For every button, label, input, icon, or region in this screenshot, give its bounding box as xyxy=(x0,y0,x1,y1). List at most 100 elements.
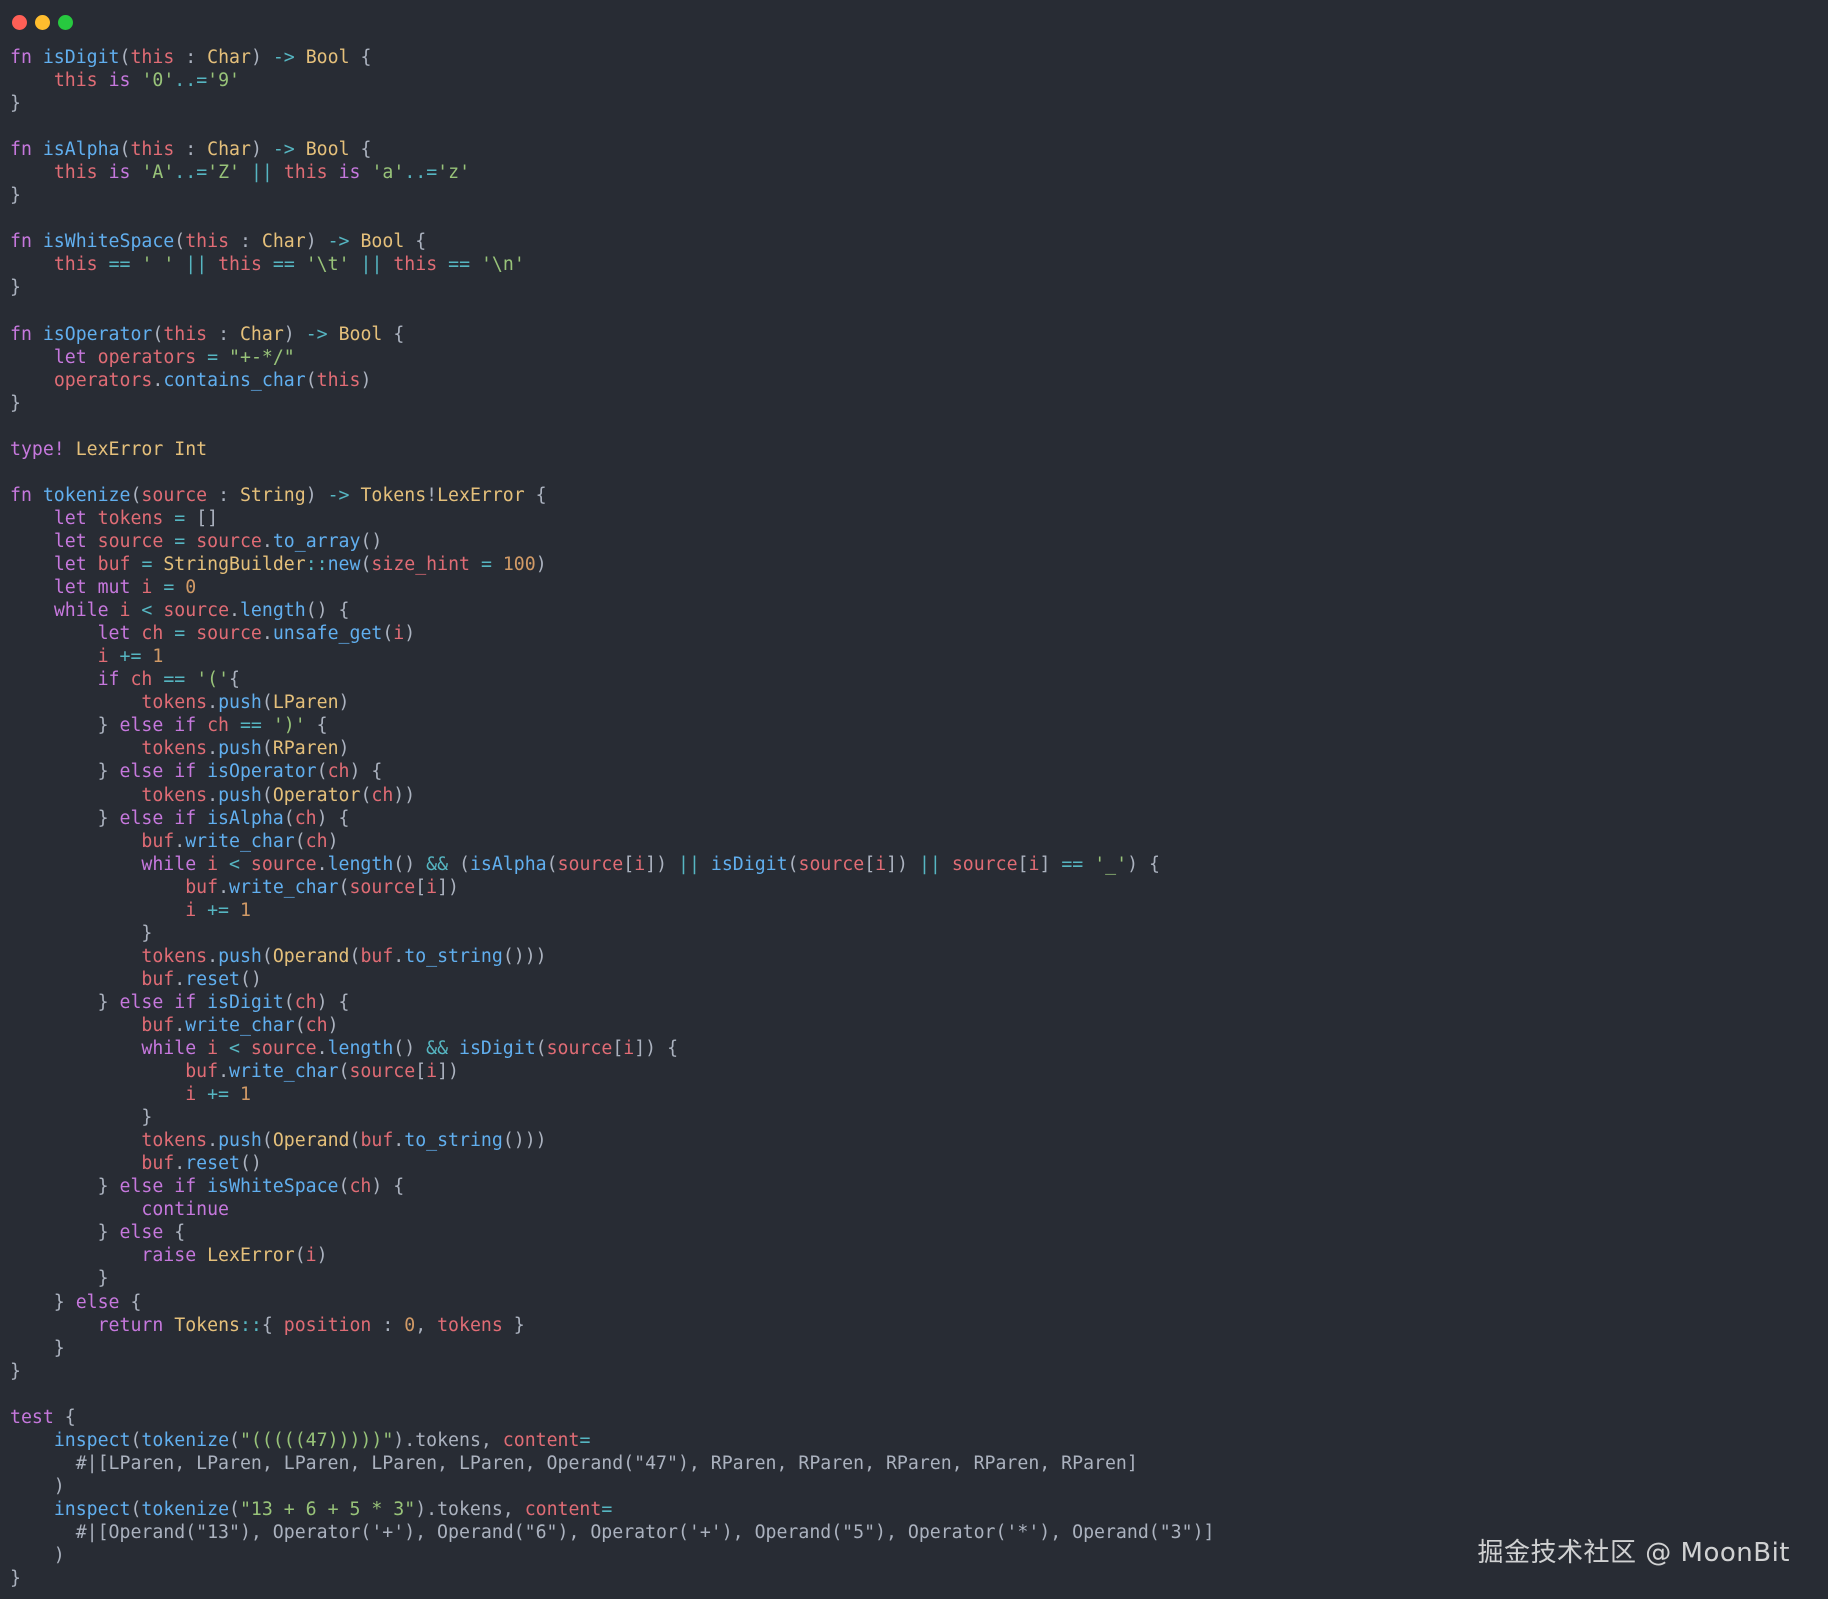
code-token: } xyxy=(10,277,21,299)
code-token: 'a' xyxy=(371,162,405,184)
code-token: } xyxy=(10,392,21,414)
code-token: ( xyxy=(294,830,306,852)
code-token: ch xyxy=(305,1014,328,1036)
code-token: type! xyxy=(10,438,65,460)
code-token: isWhiteSpace xyxy=(207,1176,339,1198)
code-token: [ xyxy=(1017,853,1029,875)
code-token: Char xyxy=(207,47,251,68)
code-token: () xyxy=(239,1153,262,1175)
code-token: = xyxy=(174,530,186,552)
code-token: ())) xyxy=(502,1130,547,1152)
code-token: tokens xyxy=(141,784,208,806)
code-line: #|[LParen, LParen, LParen, LParen, LPare… xyxy=(10,1452,1214,1475)
minimize-window-button[interactable] xyxy=(35,15,50,30)
code-line: let operators = "+-*/" xyxy=(10,346,1214,369)
code-line: while i < source.length() && (isAlpha(so… xyxy=(10,853,1214,876)
code-token: while xyxy=(53,600,109,622)
code-token: isAlpha xyxy=(42,139,120,161)
code-line: } xyxy=(10,1106,1214,1129)
code-token: . xyxy=(174,968,186,990)
code-token: let xyxy=(53,530,87,552)
code-token: ch xyxy=(207,715,230,737)
code-token: } xyxy=(10,185,21,207)
code-token: ( xyxy=(174,231,186,253)
code-token: source xyxy=(250,1038,317,1060)
code-token: inspect xyxy=(53,1498,131,1520)
code-token: == xyxy=(163,669,186,691)
code-token: test xyxy=(10,1406,54,1428)
code-token: , xyxy=(415,1314,438,1336)
code-token: source xyxy=(196,623,262,645)
code-token: i xyxy=(634,853,646,875)
code-token: Operand xyxy=(272,1130,350,1152)
code-token: || xyxy=(360,254,383,276)
code-token: . xyxy=(218,876,230,898)
code-token: ( xyxy=(787,853,799,875)
zoom-window-button[interactable] xyxy=(58,15,73,30)
code-token: this xyxy=(185,231,230,253)
code-token: while xyxy=(141,1038,197,1060)
code-token: ch xyxy=(371,784,394,806)
code-token: RParen xyxy=(272,738,339,760)
code-token: { xyxy=(119,1291,142,1313)
code-line: while i < source.length() && isDigit(sou… xyxy=(10,1037,1214,1060)
code-token: ) xyxy=(283,323,306,345)
code-token: ) xyxy=(316,1245,328,1267)
code-token: [ xyxy=(612,1038,624,1060)
code-token: :: xyxy=(239,1314,262,1336)
code-line: } xyxy=(10,922,1214,945)
code-token: 1 xyxy=(239,899,251,921)
code-token: to_string xyxy=(404,1130,503,1152)
code-token: () xyxy=(239,968,262,990)
code-token: new xyxy=(327,554,361,576)
code-token: i xyxy=(185,899,197,921)
code-token: ) xyxy=(338,738,350,760)
code-token: LexError xyxy=(207,1245,295,1267)
code-line: fn isAlpha(this : Char) -> Bool { xyxy=(10,138,1214,161)
code-token: ).tokens, xyxy=(393,1429,503,1451)
code-token: ch xyxy=(305,830,328,852)
code-token: = xyxy=(207,346,219,368)
code-token: { xyxy=(261,1314,284,1336)
code-token: } xyxy=(10,922,153,944)
code-token: : xyxy=(207,484,240,506)
code-token: ) xyxy=(360,369,372,391)
close-window-button[interactable] xyxy=(12,15,27,30)
code-token: . xyxy=(152,369,164,391)
code-token: ( xyxy=(535,1038,547,1060)
code-editor[interactable]: fn isDigit(this : Char) -> Bool { this i… xyxy=(10,46,1214,1590)
code-token: . xyxy=(229,600,240,622)
code-token: isAlpha xyxy=(469,853,547,875)
code-token: tokens xyxy=(141,738,208,760)
watermark: 掘金技术社区 @ MoonBit xyxy=(1477,1538,1790,1568)
code-token: LParen xyxy=(272,692,339,714)
code-token: < xyxy=(229,853,240,875)
code-token: position xyxy=(283,1314,372,1336)
code-token: += xyxy=(119,646,142,668)
code-token: isAlpha xyxy=(207,807,284,829)
